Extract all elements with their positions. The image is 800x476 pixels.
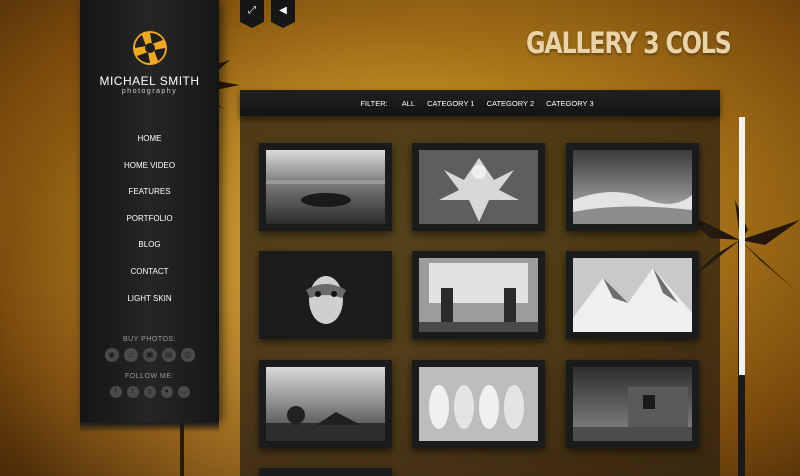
google-plus-icon[interactable]: g bbox=[143, 386, 156, 398]
nav-item-home[interactable]: HOME bbox=[80, 132, 219, 159]
photo-mask bbox=[266, 258, 385, 332]
follow-me-icons: f t g ● ◡ bbox=[80, 386, 219, 398]
rss-icon[interactable]: ◡ bbox=[177, 386, 190, 398]
facebook-icon[interactable]: f bbox=[109, 386, 122, 398]
scrollbar-thumb[interactable] bbox=[739, 117, 745, 375]
filter-category-2[interactable]: CATEGORY 2 bbox=[487, 99, 535, 108]
twitter-icon[interactable]: t bbox=[126, 386, 139, 398]
gallery-item-barn[interactable] bbox=[259, 360, 392, 448]
follow-me-label: FOLLOW ME: bbox=[125, 373, 174, 380]
photo-statue bbox=[419, 150, 538, 224]
page-title: GALLERY 3 COLS bbox=[526, 26, 732, 60]
nav-item-contact[interactable]: CONTACT bbox=[80, 265, 219, 292]
gallery-item-mask[interactable] bbox=[259, 251, 392, 339]
photo-sea-rocks bbox=[266, 150, 385, 224]
flickr-icon[interactable]: ● bbox=[160, 386, 173, 398]
nav-item-portfolio[interactable]: PORTFOLIO bbox=[80, 212, 219, 239]
brand-name[interactable]: MICHAEL SMITH bbox=[80, 74, 219, 88]
video-store-icon[interactable]: ▣ bbox=[142, 348, 157, 362]
globe-store-icon[interactable]: ◎ bbox=[180, 348, 195, 362]
photo-store-icon[interactable]: ▤ bbox=[161, 348, 176, 362]
filter-category-1[interactable]: CATEGORY 1 bbox=[427, 99, 475, 108]
gallery-item-sea-rocks[interactable] bbox=[259, 143, 392, 231]
filter-category-3[interactable]: CATEGORY 3 bbox=[546, 99, 594, 108]
gallery-item-statue[interactable] bbox=[412, 143, 545, 231]
gallery-item-mountain[interactable] bbox=[566, 251, 699, 339]
brand-tagline: photography bbox=[121, 88, 178, 95]
gallery-item-dunes[interactable] bbox=[566, 143, 699, 231]
aperture-logo-icon[interactable] bbox=[132, 30, 168, 66]
photo-dunes bbox=[573, 150, 692, 224]
filter-all[interactable]: ALL bbox=[402, 99, 415, 108]
nav-item-light-skin[interactable]: LIGHT SKIN bbox=[80, 292, 219, 319]
photo-mountain bbox=[573, 258, 692, 332]
photo-shack bbox=[573, 367, 692, 441]
gallery-item-shack[interactable] bbox=[566, 360, 699, 448]
filter-label: FILTER: bbox=[360, 98, 388, 108]
nav-item-features[interactable]: FEATURES bbox=[80, 185, 219, 212]
photo-geese bbox=[419, 367, 538, 441]
gallery-item-partial[interactable] bbox=[259, 468, 392, 476]
buy-photos-icons: ◉ ♫ ▣ ▤ ◎ bbox=[80, 348, 219, 362]
gallery-scrollbar[interactable] bbox=[739, 117, 745, 476]
gallery-item-geese[interactable] bbox=[412, 360, 545, 448]
mute-icon: ◀ bbox=[279, 5, 287, 16]
photo-gas-station bbox=[419, 258, 538, 332]
buy-photos-label: BUY PHOTOS: bbox=[122, 336, 177, 343]
filter-bar: FILTER: ALL CATEGORY 1 CATEGORY 2 CATEGO… bbox=[240, 90, 720, 116]
main-nav: HOME HOME VIDEO FEATURES PORTFOLIO BLOG … bbox=[80, 132, 219, 318]
nav-item-blog[interactable]: BLOG bbox=[80, 238, 219, 265]
sidebar-shadow bbox=[80, 422, 219, 432]
expand-icon: ⤢ bbox=[248, 5, 256, 16]
music-store-icon[interactable]: ♫ bbox=[123, 348, 138, 362]
gallery-item-gas-station[interactable] bbox=[412, 251, 545, 339]
nav-item-home-video[interactable]: HOME VIDEO bbox=[80, 159, 219, 186]
photo-barn bbox=[266, 367, 385, 441]
sidebar: MICHAEL SMITH photography HOME HOME VIDE… bbox=[80, 0, 219, 422]
camera-store-icon[interactable]: ◉ bbox=[104, 348, 119, 362]
